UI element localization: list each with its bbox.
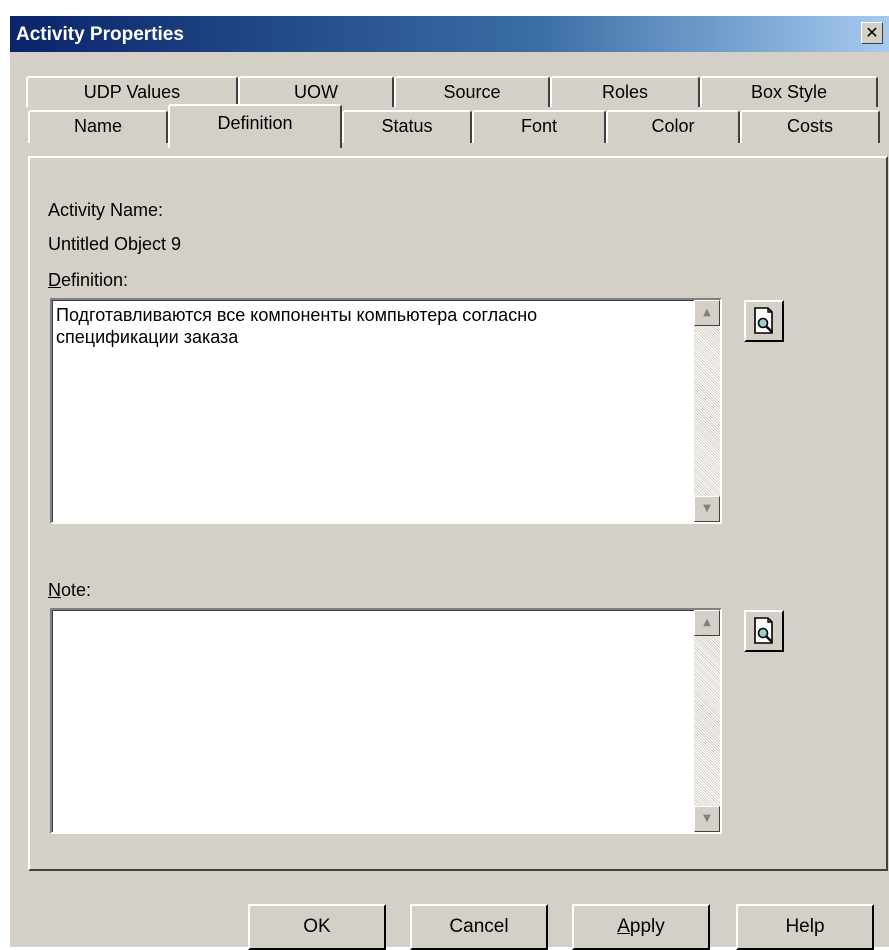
tab-roles[interactable]: Roles <box>550 76 700 107</box>
definition-label: Definition: <box>48 270 129 290</box>
tab-source[interactable]: Source <box>394 76 550 107</box>
window-title: Activity Properties <box>16 24 184 45</box>
tab-uow[interactable]: UOW <box>238 76 394 107</box>
scroll-up-icon[interactable]: ▲ <box>694 610 720 636</box>
tab-definition[interactable]: Definition <box>168 104 342 148</box>
definition-textarea[interactable]: Подготавливаются все компоненты компьюте… <box>50 298 722 524</box>
document-zoom-icon <box>754 617 773 644</box>
scroll-down-icon[interactable]: ▼ <box>694 806 720 832</box>
tab-color[interactable]: Color <box>606 110 740 143</box>
tab-udp-values[interactable]: UDP Values <box>26 76 238 107</box>
activity-properties-dialog: Activity Properties ✕ UDP Values UOW Sou… <box>8 14 889 950</box>
document-zoom-icon <box>754 307 773 334</box>
note-label: Note: <box>48 580 92 600</box>
activity-name-value: Untitled Object 9 <box>48 234 182 254</box>
note-scrollbar[interactable]: ▲ ▼ <box>694 610 720 832</box>
scroll-down-icon[interactable]: ▼ <box>694 496 720 522</box>
activity-name-label: Activity Name: <box>48 200 164 220</box>
tab-font[interactable]: Font <box>472 110 606 143</box>
definition-text: Подготавливаются все компоненты компьюте… <box>56 305 538 347</box>
cancel-button[interactable]: Cancel <box>410 904 548 950</box>
help-button[interactable]: Help <box>736 904 874 950</box>
note-textarea[interactable]: ▲ ▼ <box>50 608 722 834</box>
tab-box-style[interactable]: Box Style <box>700 76 878 107</box>
definition-zoom-button[interactable] <box>744 300 784 342</box>
definition-scrollbar[interactable]: ▲ ▼ <box>694 300 720 522</box>
apply-button[interactable]: Apply <box>572 904 710 950</box>
ok-button[interactable]: OK <box>248 904 386 950</box>
scroll-up-icon[interactable]: ▲ <box>694 300 720 326</box>
close-button[interactable]: ✕ <box>861 22 883 44</box>
title-bar[interactable]: Activity Properties ✕ <box>10 16 889 52</box>
close-icon: ✕ <box>865 23 879 42</box>
tab-name[interactable]: Name <box>28 110 168 143</box>
tab-costs[interactable]: Costs <box>740 110 880 143</box>
note-zoom-button[interactable] <box>744 610 784 652</box>
definition-tab-panel: Activity Name: Untitled Object 9 Definit… <box>28 156 888 871</box>
tab-status[interactable]: Status <box>342 110 472 143</box>
